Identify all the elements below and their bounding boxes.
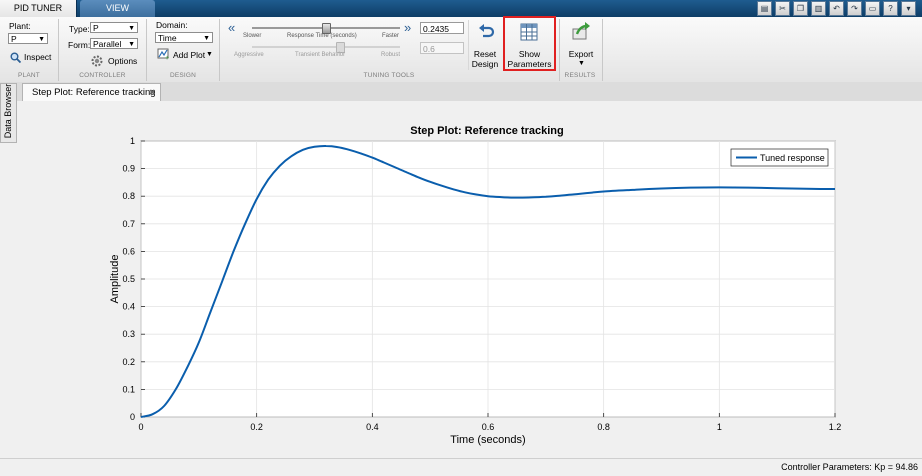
redo-icon[interactable]: ↷	[847, 1, 862, 16]
y-tick-label: 0	[130, 412, 135, 422]
legend-label: Tuned response	[760, 153, 825, 163]
domain-label: Domain:	[156, 20, 188, 30]
section-plant-label: PLANT	[18, 72, 40, 79]
chevron-down-icon: ▼	[578, 60, 585, 67]
chevron-down-icon: ▼	[206, 51, 213, 58]
robust-label: Robust	[381, 52, 401, 58]
domain-value: Time	[158, 33, 177, 43]
undo-icon[interactable]: ↶	[829, 1, 844, 16]
section-controller-label: CONTROLLER	[79, 72, 126, 79]
y-tick-label: 0.2	[122, 357, 135, 367]
controller-parameters-status: Controller Parameters: Kp = 94.86	[781, 462, 918, 472]
faster-label: Faster	[382, 33, 400, 39]
chevron-down-icon: ▼	[38, 36, 45, 43]
type-dropdown[interactable]: P ▼	[90, 22, 138, 33]
inspect-button[interactable]: Inspect	[10, 51, 60, 64]
legend: Tuned response	[730, 148, 829, 167]
expand-icon[interactable]: ▾	[901, 1, 916, 16]
help-icon[interactable]: ?	[883, 1, 898, 16]
y-tick-label: 0.1	[122, 384, 135, 394]
magnifier-icon	[10, 52, 21, 63]
y-tick-label: 0.3	[122, 329, 135, 339]
table-icon	[520, 23, 538, 41]
section-design-label: DESIGN	[169, 72, 197, 79]
response-time-label: Response Time (seconds)	[287, 33, 357, 39]
y-tick-label: 0.9	[122, 164, 135, 174]
x-tick-label: 1	[717, 422, 722, 432]
aggressive-label: Aggressive	[234, 52, 264, 58]
add-plot-icon: +	[157, 48, 169, 60]
show-parameters-button[interactable]: Show Parameters	[503, 16, 556, 71]
x-tick-label: 0.4	[366, 422, 379, 432]
domain-dropdown[interactable]: Time ▼	[155, 32, 213, 43]
y-axis-label: Amplitude	[109, 255, 121, 304]
x-tick-label: 0.2	[250, 422, 263, 432]
y-tick-label: 0.6	[122, 246, 135, 256]
chevron-down-icon: ▼	[128, 41, 135, 48]
y-tick-label: 0.8	[122, 191, 135, 201]
show-parameters-label: Show Parameters	[507, 49, 552, 69]
tab-pid-tuner[interactable]: PID TUNER	[0, 0, 77, 17]
response-time-field[interactable]: 0.2435	[420, 22, 464, 34]
step-plot[interactable]: Step Plot: Reference tracking 0 0.2 0.4 0.6…	[17, 101, 922, 458]
data-browser-label: Data Browser	[3, 83, 13, 139]
section-results-label: RESULTS	[564, 72, 596, 79]
inspect-label: Inspect	[24, 52, 52, 62]
cut-icon[interactable]: ✂	[775, 1, 790, 16]
reset-arrow-icon	[479, 24, 495, 38]
transient-behavior-field[interactable]: 0.6	[420, 42, 464, 54]
form-label: Form:	[68, 40, 91, 50]
x-axis-label: Time (seconds)	[450, 434, 525, 446]
close-icon[interactable]: ✖	[149, 84, 156, 101]
transient-behavior-label: Transient Behavior	[295, 52, 346, 58]
export-button[interactable]: Export ▼	[563, 20, 599, 70]
reset-design-button[interactable]: Reset Design	[470, 20, 500, 70]
paste-icon[interactable]: ▥	[811, 1, 826, 16]
form-value: Parallel	[93, 39, 122, 49]
x-tick-label: 0	[138, 422, 143, 432]
section-tuning-tools-label: TUNING TOOLS	[363, 72, 415, 79]
x-tick-label: 1.2	[829, 422, 842, 432]
tab-view[interactable]: VIEW	[80, 0, 155, 17]
type-value: P	[93, 23, 99, 33]
x-tick-label: 0.6	[482, 422, 495, 432]
chart-title: Step Plot: Reference tracking	[410, 125, 563, 137]
gear-icon	[91, 55, 103, 67]
plant-label: Plant:	[9, 21, 31, 31]
add-plot-label: Add Plot	[173, 50, 206, 60]
section-divider	[602, 19, 603, 81]
form-dropdown[interactable]: Parallel ▼	[90, 38, 138, 49]
y-tick-label: 0.5	[122, 274, 135, 284]
chevron-down-icon: ▼	[128, 25, 135, 32]
options-button[interactable]: Options	[91, 54, 141, 68]
status-bar: Controller Parameters: Kp = 94.86	[0, 458, 922, 476]
type-label: Type:	[69, 24, 90, 34]
plant-value: P	[11, 34, 17, 44]
add-plot-button[interactable]: + Add Plot ▼	[157, 48, 215, 62]
chevron-down-icon: ▼	[203, 35, 210, 42]
reset-design-label: Reset Design	[471, 49, 499, 69]
slower-arrows-icon[interactable]: «	[228, 21, 235, 34]
save-icon[interactable]: ▤	[757, 1, 772, 16]
document-tab-title: Step Plot: Reference tracking	[32, 87, 156, 98]
slower-label: Slower	[243, 33, 262, 39]
faster-arrows-icon[interactable]: »	[404, 21, 411, 34]
y-tick-label: 0.4	[122, 302, 135, 312]
export-icon	[572, 22, 590, 40]
document-tab-step-plot[interactable]: Step Plot: Reference tracking ✖	[22, 83, 161, 101]
export-label: Export	[568, 49, 594, 59]
options-label: Options	[108, 56, 138, 66]
x-tick-label: 0.8	[597, 422, 610, 432]
y-tick-label: 0.7	[122, 219, 135, 229]
svg-text:+: +	[165, 55, 169, 60]
plant-dropdown[interactable]: P ▼	[8, 33, 48, 44]
window-icon[interactable]: ▭	[865, 1, 880, 16]
transient-behavior-slider[interactable]	[252, 46, 400, 48]
copy-icon[interactable]: ❐	[793, 1, 808, 16]
y-tick-label: 1	[130, 136, 135, 146]
